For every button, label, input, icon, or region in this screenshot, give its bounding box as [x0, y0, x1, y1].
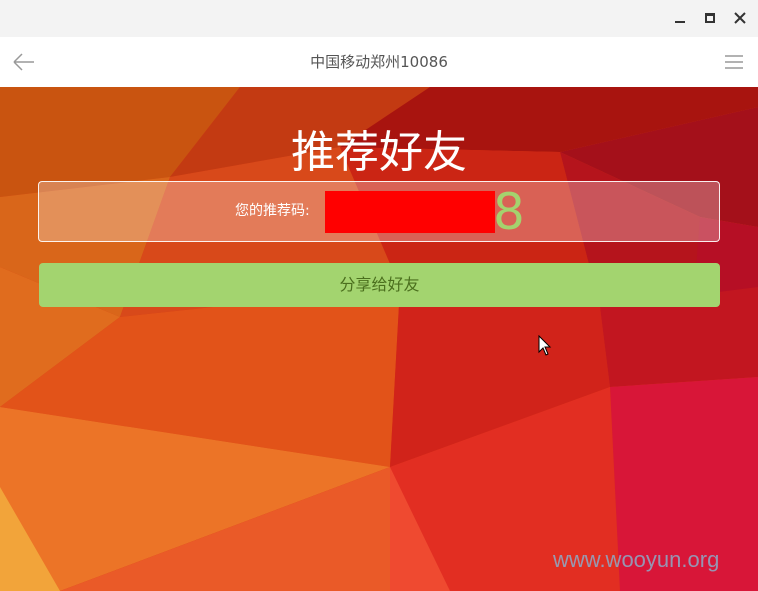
page-title: 中国移动郑州10086: [310, 53, 448, 71]
referral-code-digit: 8: [493, 183, 525, 241]
headline: 推荐好友: [291, 127, 467, 178]
referral-code-box: 您的推荐码: 8: [38, 181, 720, 242]
navigation-bar: 中国移动郑州10086: [0, 37, 758, 87]
referral-code-label: 您的推荐码:: [235, 203, 310, 219]
window-title-bar: [0, 0, 758, 37]
mouse-cursor-icon: [538, 334, 552, 357]
redacted-code-block: [325, 191, 495, 233]
arrow-left-icon[interactable]: [12, 51, 36, 73]
referral-panel: 推荐好友 您的推荐码: 8 分享给好友 www.wooyun.org: [0, 87, 758, 591]
watermark-text: www.wooyun.org: [553, 547, 720, 572]
maximize-icon[interactable]: [700, 8, 720, 28]
close-icon[interactable]: [730, 8, 750, 28]
minimize-icon[interactable]: [670, 8, 690, 28]
share-to-friends-button[interactable]: 分享给好友: [39, 263, 720, 307]
hamburger-menu-icon[interactable]: [724, 54, 744, 70]
